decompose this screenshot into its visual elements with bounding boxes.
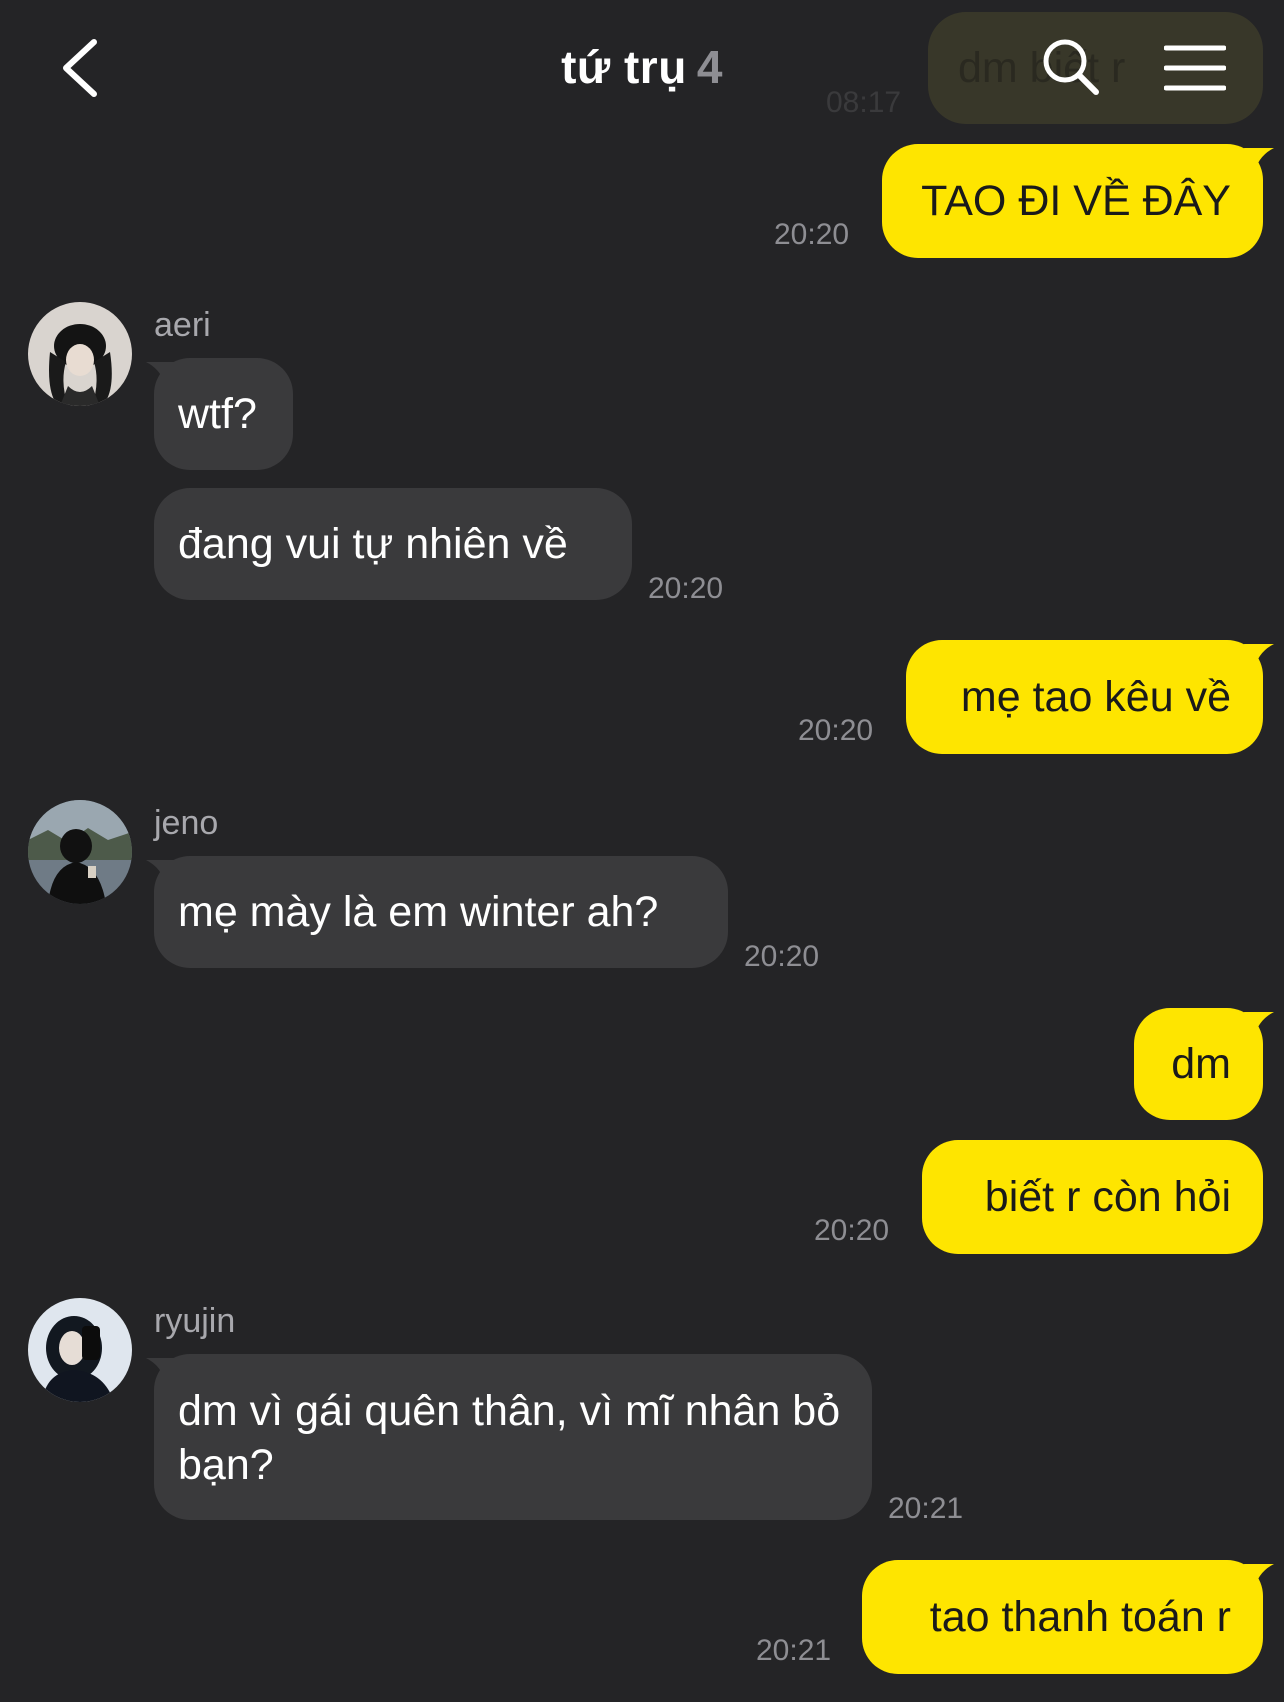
sender-name: aeri (154, 306, 211, 344)
avatar-jeno[interactable] (28, 800, 132, 904)
message-text: mẹ mày là em winter ah? (178, 888, 659, 936)
incoming-message[interactable]: đang vui tự nhiên về (154, 488, 632, 600)
message-text: TAO ĐI VỀ ĐÂY (921, 177, 1231, 225)
outgoing-message[interactable]: TAO ĐI VỀ ĐÂY (882, 144, 1263, 258)
message-text: dm (1171, 1040, 1231, 1088)
chat-room-name: tứ trụ (561, 41, 687, 93)
incoming-message[interactable]: mẹ mày là em winter ah? (154, 856, 728, 968)
hamburger-menu-icon[interactable] (1164, 44, 1226, 92)
avatar-ryujin[interactable] (28, 1298, 132, 1402)
outgoing-message[interactable]: mẹ tao kêu về (906, 640, 1263, 754)
message-text: biết r còn hỏi (984, 1173, 1231, 1221)
sender-name: ryujin (154, 1302, 236, 1340)
bubble-tail (1244, 1564, 1274, 1590)
message-text: wtf? (178, 390, 257, 438)
avatar-aeri[interactable] (28, 302, 132, 406)
message-text: đang vui tự nhiên về (178, 520, 568, 568)
message-time: 20:21 (756, 1634, 832, 1667)
bubble-tail (1244, 644, 1274, 670)
chat-message-list[interactable]: dm biết r 08:17 TAO ĐI VỀ ĐÂY 20:20 aeri… (0, 0, 1284, 1702)
message-time: 20:21 (888, 1492, 964, 1525)
outgoing-message[interactable]: biết r còn hỏi (922, 1140, 1263, 1254)
message-time: 20:20 (814, 1214, 890, 1247)
chat-header: tứ trụ 4 (0, 0, 1284, 135)
bubble-tail (146, 362, 176, 388)
message-time: 20:20 (774, 218, 850, 251)
message-text: tao thanh toán r (929, 1593, 1231, 1641)
bubble-tail (146, 860, 176, 886)
message-time: 20:20 (744, 940, 820, 973)
sender-name: jeno (154, 804, 219, 842)
incoming-message[interactable]: dm vì gái quên thân, vì mĩ nhân bỏ bạn? (154, 1354, 872, 1520)
outgoing-message[interactable]: tao thanh toán r (862, 1560, 1263, 1674)
message-time: 20:20 (648, 572, 724, 605)
message-text: dm vì gái quên thân, vì mĩ nhân bỏ bạn? (178, 1387, 841, 1489)
member-count: 4 (696, 41, 723, 93)
bubble-tail (1244, 1012, 1274, 1038)
bubble-tail (1244, 148, 1274, 174)
message-time: 20:20 (798, 714, 874, 747)
bubble-tail (146, 1358, 176, 1384)
message-text: mẹ tao kêu về (960, 673, 1231, 721)
search-icon[interactable] (1040, 36, 1102, 98)
